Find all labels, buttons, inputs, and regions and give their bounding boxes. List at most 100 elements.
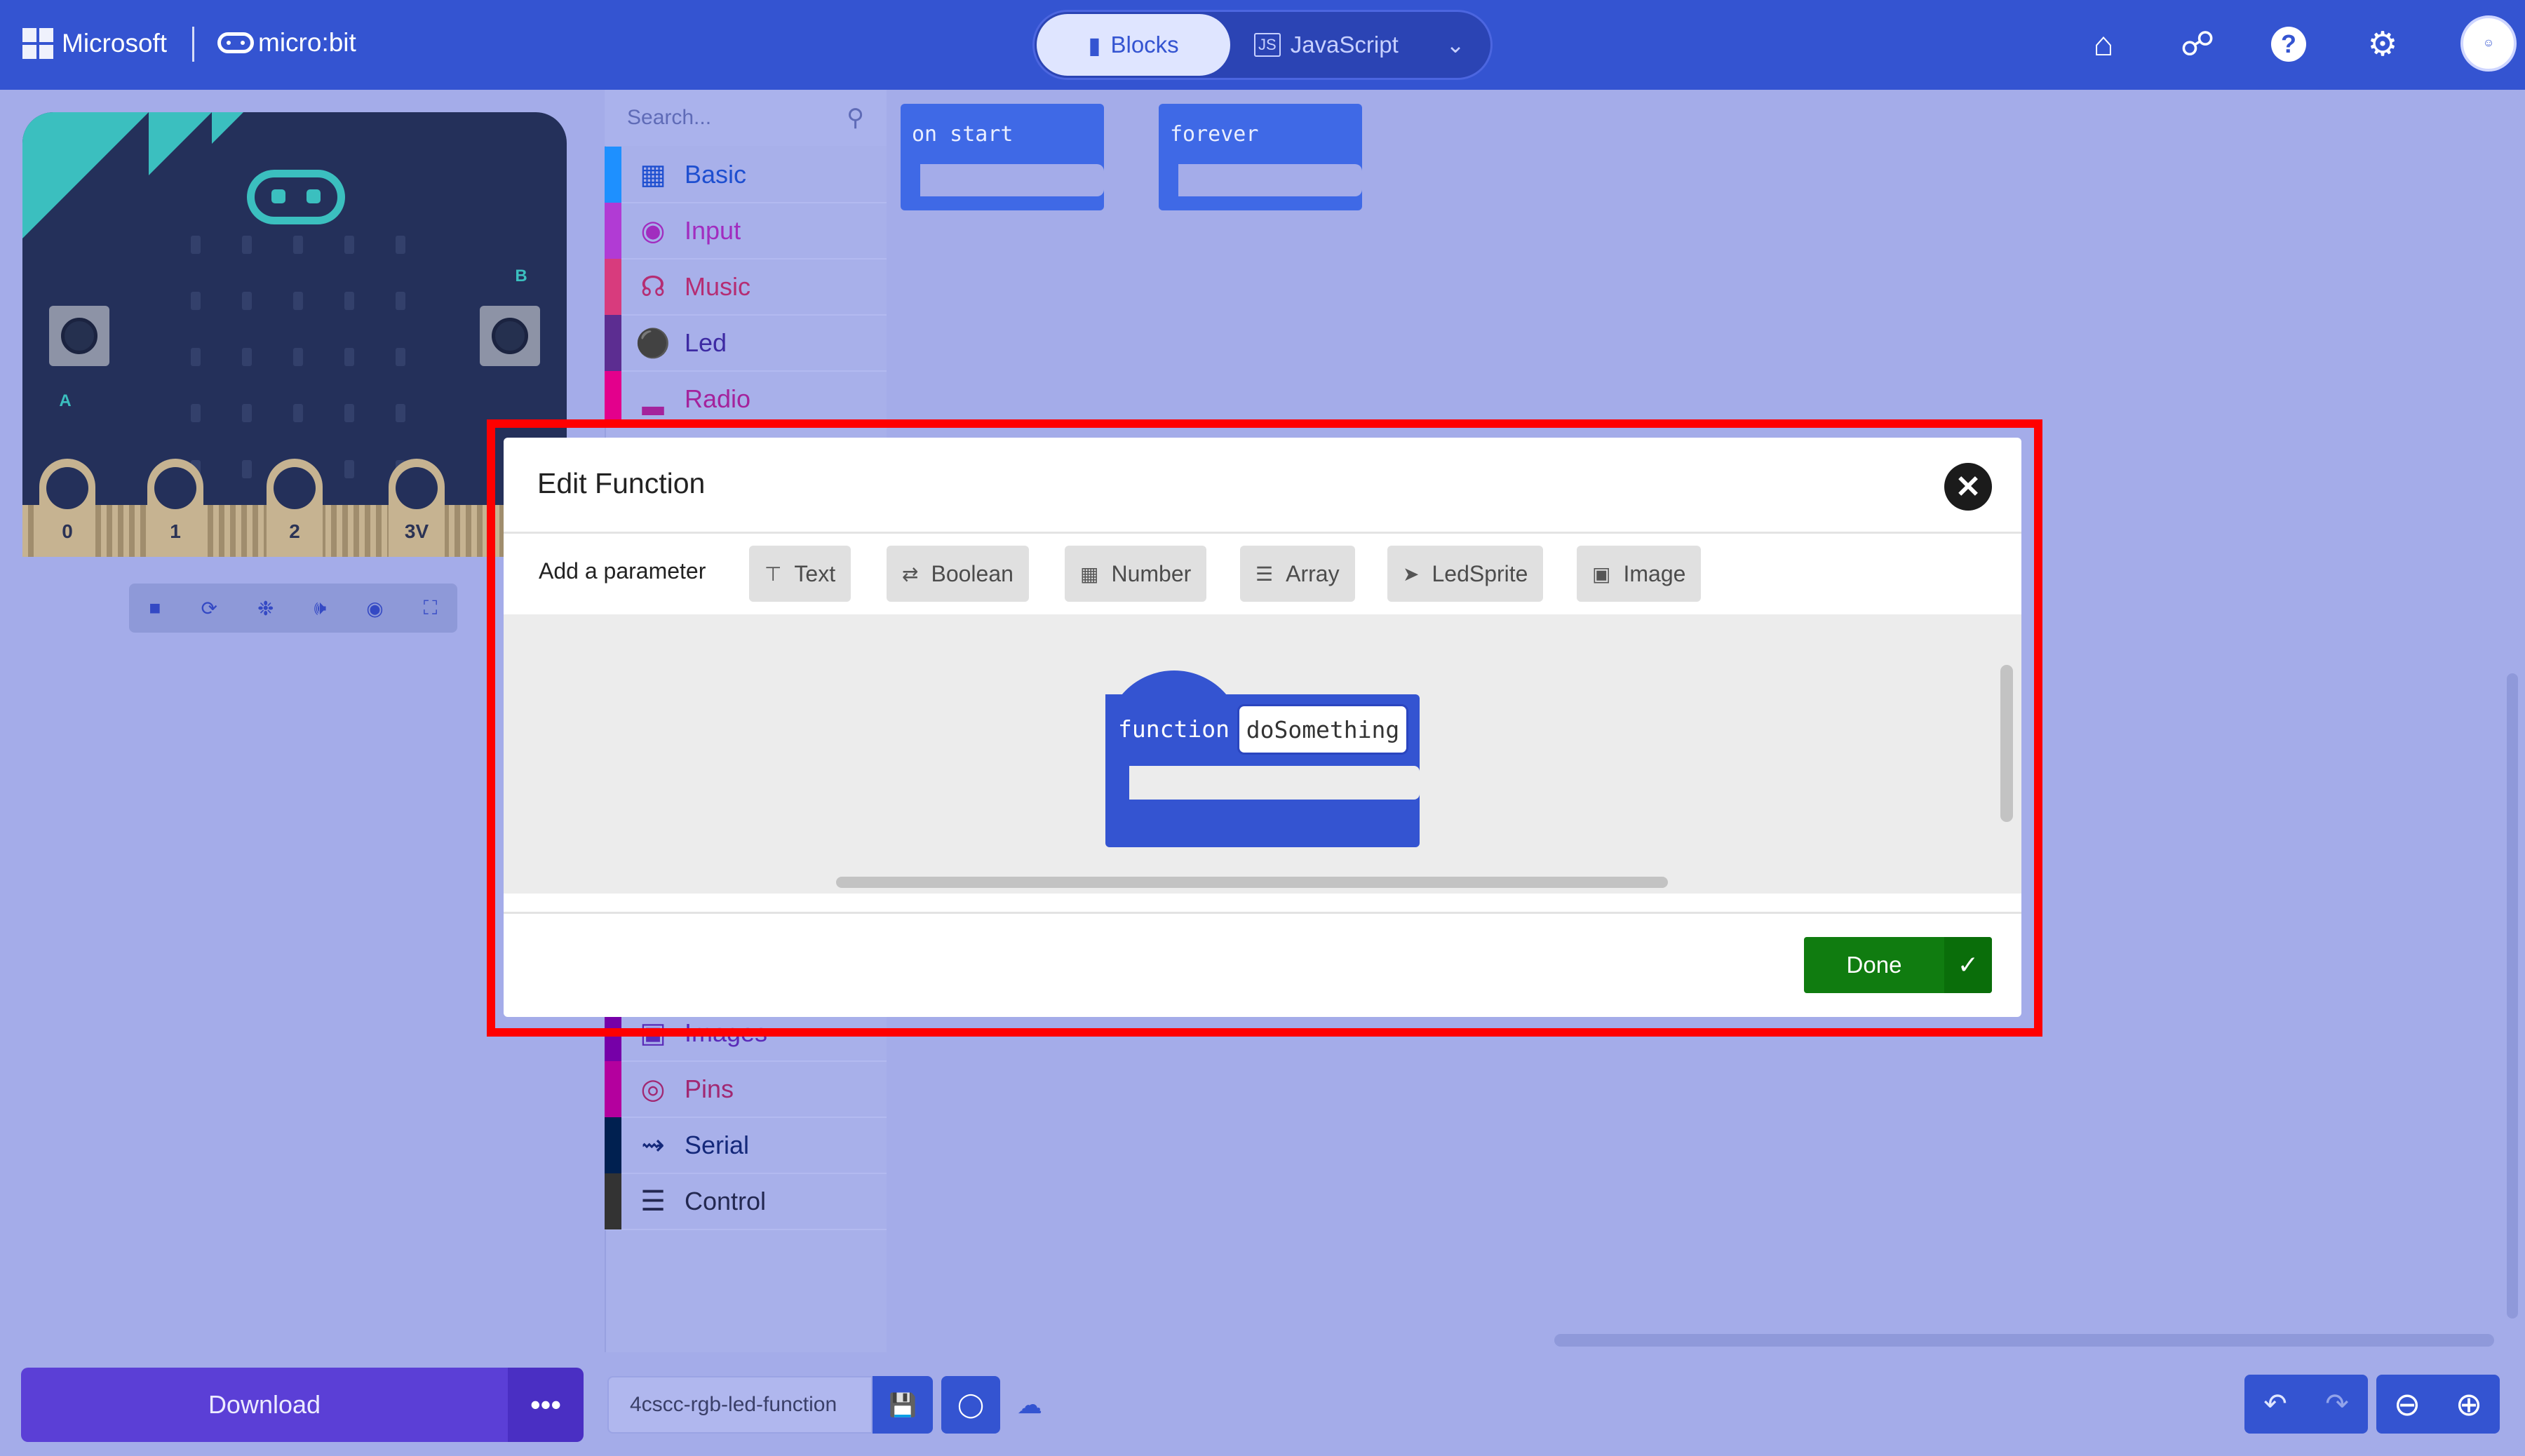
- led: [293, 236, 303, 254]
- led: [191, 404, 201, 422]
- zoom-in-button[interactable]: ⊕: [2438, 1375, 2500, 1434]
- fullscreen-icon[interactable]: ⛶: [424, 597, 438, 620]
- server-stack-icon: ☰: [640, 1186, 666, 1217]
- project-name-value: 4cscc-rgb-led-function: [630, 1393, 837, 1416]
- language-dropdown-button[interactable]: ⌄: [1431, 14, 1480, 76]
- blocks-tab[interactable]: ▮ Blocks: [1037, 14, 1230, 76]
- toolbox-category-basic[interactable]: ▦ Basic: [605, 147, 887, 203]
- microbit-logo[interactable]: micro:bit: [217, 28, 356, 58]
- pin-1[interactable]: 1: [147, 459, 203, 557]
- on-start-block[interactable]: on start: [901, 104, 1104, 210]
- search-placeholder: Search...: [627, 106, 712, 129]
- input-circle-icon: ◉: [640, 215, 666, 246]
- text-type-icon: ⊤: [765, 562, 782, 585]
- toolbox-search-input[interactable]: Search... ⚲: [605, 90, 887, 146]
- toolbox-category-led[interactable]: ⚫ Led: [605, 315, 887, 372]
- led: [344, 292, 354, 310]
- toolbox-category-music[interactable]: ☊ Music: [605, 259, 887, 316]
- button-a[interactable]: [49, 306, 109, 366]
- js-file-icon: JS: [1254, 33, 1281, 57]
- preview-horizontal-scrollbar[interactable]: [836, 877, 1668, 888]
- debug-icon[interactable]: ❉: [257, 597, 274, 620]
- parameter-type-label: Array: [1286, 560, 1340, 586]
- add-number-parameter-button[interactable]: ▦ Number: [1065, 546, 1207, 602]
- pin-label: 0: [62, 520, 73, 542]
- toolbox-category-pins[interactable]: ◎ Pins: [605, 1061, 887, 1118]
- parameter-type-label: LedSprite: [1432, 560, 1528, 586]
- undo-icon: ↶: [2263, 1389, 2287, 1420]
- share-button[interactable]: ☍: [2174, 21, 2221, 67]
- javascript-tab-label: JavaScript: [1290, 32, 1399, 58]
- category-label: Radio: [685, 384, 751, 413]
- redo-icon: ↷: [2325, 1389, 2349, 1420]
- headphones-icon: ☊: [640, 271, 666, 302]
- signal-bars-icon: ▂: [642, 384, 664, 414]
- category-label: Basic: [685, 160, 747, 189]
- download-button[interactable]: Download: [21, 1368, 508, 1442]
- share-icon: ☍: [2180, 26, 2215, 63]
- toolbox-category-input[interactable]: ◉ Input: [605, 203, 887, 259]
- function-keyword: function: [1118, 715, 1230, 743]
- help-button[interactable]: ?: [2265, 21, 2312, 67]
- restart-icon[interactable]: ⟳: [201, 597, 217, 620]
- home-button[interactable]: ⌂: [2080, 21, 2127, 67]
- toolbox-category-control[interactable]: ☰ Control: [605, 1173, 887, 1230]
- block-label: on start: [912, 122, 1014, 147]
- toolbox-category-serial[interactable]: ⇝ Serial: [605, 1117, 887, 1174]
- save-button[interactable]: 💾: [873, 1376, 933, 1434]
- paper-plane-icon: ➤: [1403, 562, 1420, 585]
- usb-icon: ⇝: [641, 1130, 665, 1161]
- parameter-type-label: Boolean: [931, 560, 1014, 586]
- led: [242, 460, 252, 478]
- pin-2[interactable]: 2: [267, 459, 323, 557]
- function-name-field[interactable]: doSomething: [1237, 704, 1408, 755]
- microbit-label: micro:bit: [258, 28, 356, 57]
- settings-button[interactable]: ⚙: [2359, 21, 2406, 67]
- add-array-parameter-button[interactable]: ☰ Array: [1240, 546, 1355, 602]
- workspace-vertical-scrollbar[interactable]: [2507, 673, 2518, 1319]
- category-label: Led: [685, 328, 727, 357]
- zoom-group: ⊖ ⊕: [2376, 1375, 2500, 1434]
- gear-icon: ⚙: [2367, 26, 2398, 63]
- led: [191, 348, 201, 366]
- save-icon: 💾: [889, 1392, 917, 1417]
- done-label: Done: [1846, 952, 1902, 978]
- pin-0[interactable]: 0: [39, 459, 95, 557]
- preview-vertical-scrollbar[interactable]: [2000, 665, 2013, 822]
- user-icon: ☺: [2482, 37, 2495, 49]
- github-button[interactable]: ◯: [941, 1376, 1000, 1434]
- button-b-label: B: [515, 267, 527, 285]
- add-boolean-parameter-button[interactable]: ⇄ Boolean: [887, 546, 1029, 602]
- redo-button[interactable]: ↷: [2306, 1375, 2368, 1434]
- led: [344, 348, 354, 366]
- javascript-tab[interactable]: JS JavaScript: [1254, 14, 1422, 76]
- stop-icon[interactable]: ■: [149, 597, 161, 619]
- download-more-button[interactable]: •••: [508, 1368, 584, 1442]
- cloud-status[interactable]: ☁: [1010, 1376, 1049, 1434]
- led: [396, 292, 405, 310]
- user-avatar[interactable]: ☺: [2460, 15, 2517, 72]
- add-ledsprite-parameter-button[interactable]: ➤ LedSprite: [1387, 546, 1544, 602]
- zoom-out-button[interactable]: ⊖: [2376, 1375, 2438, 1434]
- parameter-type-label: Number: [1111, 560, 1192, 586]
- shuffle-icon: ⇄: [902, 562, 919, 585]
- button-b[interactable]: [480, 306, 540, 366]
- pin-target-icon: ◎: [640, 1074, 666, 1105]
- parameter-type-label: Text: [794, 560, 836, 586]
- add-image-parameter-button[interactable]: ▣ Image: [1577, 546, 1702, 602]
- microsoft-logo[interactable]: Microsoft: [22, 28, 167, 59]
- chevron-down-icon: ⌄: [1446, 32, 1465, 58]
- forever-block[interactable]: forever: [1159, 104, 1362, 210]
- workspace-horizontal-scrollbar[interactable]: [1554, 1334, 2494, 1347]
- led-matrix[interactable]: [191, 236, 405, 478]
- add-text-parameter-button[interactable]: ⊤ Text: [749, 546, 851, 602]
- project-name-input[interactable]: 4cscc-rgb-led-function: [607, 1376, 873, 1434]
- mute-icon[interactable]: 🕪: [314, 597, 327, 620]
- dialog-close-button[interactable]: ✕: [1944, 463, 1992, 511]
- done-button[interactable]: Done ✓: [1804, 937, 1992, 993]
- plus-circle-icon: ⊕: [2455, 1386, 2483, 1422]
- screenshot-icon[interactable]: ◉: [366, 597, 383, 620]
- image-icon: ▣: [1592, 562, 1611, 585]
- pin-3v[interactable]: 3V: [389, 459, 445, 557]
- undo-button[interactable]: ↶: [2244, 1375, 2306, 1434]
